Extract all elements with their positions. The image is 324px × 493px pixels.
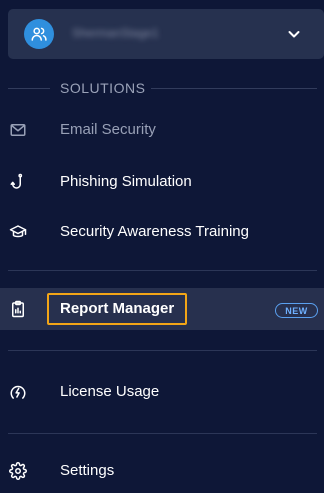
gear-icon <box>9 462 27 480</box>
chevron-down-icon[interactable] <box>286 26 302 42</box>
clipboard-icon <box>9 300 27 318</box>
nav-item-label: Phishing Simulation <box>60 173 192 190</box>
hook-icon <box>9 173 27 191</box>
org-switcher[interactable]: ShermanStage1 <box>8 9 324 59</box>
nav-item-label: Settings <box>60 462 115 479</box>
org-name: ShermanStage1 <box>72 26 159 40</box>
new-badge: NEW <box>275 303 318 318</box>
nav-item-security-awareness-training[interactable]: Security Awareness Training <box>0 212 324 252</box>
nav-item-label: Report Manager <box>60 300 175 317</box>
nav-divider <box>8 350 317 351</box>
nav-item-label: License Usage <box>60 383 160 400</box>
gauge-bolt-icon <box>9 383 27 401</box>
nav-divider <box>8 433 317 434</box>
nav-item-license-usage[interactable]: License Usage <box>0 372 324 412</box>
graduation-cap-icon <box>9 223 27 241</box>
nav-item-label: Security Awareness Training <box>60 223 249 240</box>
nav-item-report-manager[interactable]: Report Manager NEW <box>0 288 324 330</box>
mail-icon <box>9 121 27 139</box>
nav-item-email-security[interactable]: Email Security <box>0 110 324 150</box>
nav-item-label: Email Security <box>60 121 156 138</box>
section-heading-solutions: SOLUTIONS <box>0 79 324 97</box>
users-icon <box>24 19 54 49</box>
nav-divider <box>8 270 317 271</box>
nav-item-settings[interactable]: Settings <box>0 451 324 491</box>
section-heading-label: SOLUTIONS <box>60 80 146 96</box>
heading-rule-left <box>8 88 50 89</box>
heading-rule-right <box>151 88 317 89</box>
nav-item-phishing-simulation[interactable]: Phishing Simulation <box>0 162 324 202</box>
